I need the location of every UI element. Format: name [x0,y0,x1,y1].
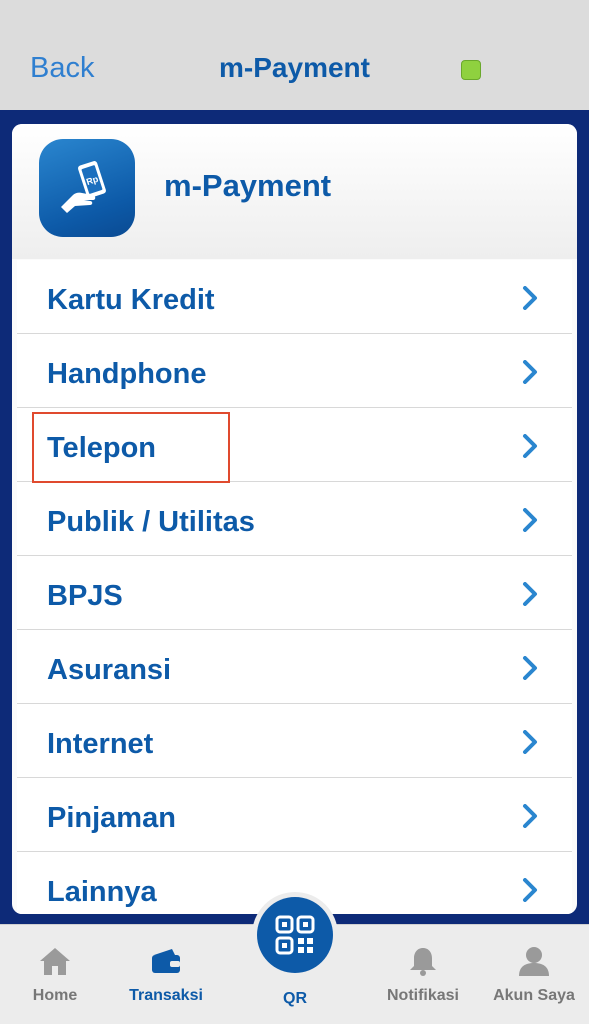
tab-label: Notifikasi [386,987,459,1004]
chevron-right-icon [523,508,537,532]
m-payment-card: Rp m-Payment Kartu Kredit Handphone Tele… [12,124,577,914]
menu-item-kartu-kredit[interactable]: Kartu Kredit [17,260,572,334]
status-indicator [461,60,481,80]
tab-label: Transaksi [129,987,203,1004]
chevron-right-icon [523,434,537,458]
qr-icon [275,915,315,955]
payment-menu-list: Kartu Kredit Handphone Telepon Publik / … [17,260,572,914]
bell-icon [410,948,436,976]
chevron-right-icon [523,656,537,680]
wallet-icon [152,949,180,973]
chevron-right-icon [523,730,537,754]
highlight-box [32,412,230,483]
menu-item-internet[interactable]: Internet [17,704,572,778]
menu-item-label: Asuransi [47,654,172,686]
hand-money-icon: Rp [61,161,106,213]
menu-item-label: Internet [47,728,154,760]
menu-item-label: Pinjaman [47,802,176,834]
menu-item-label: Publik / Utilitas [47,506,255,538]
tab-transaksi[interactable]: Transaksi [111,945,221,1005]
menu-item-bpjs[interactable]: BPJS [17,556,572,630]
tab-label: Home [32,987,78,1004]
menu-item-label: Kartu Kredit [47,284,215,316]
card-header: Rp m-Payment [12,124,577,259]
top-nav-bar: Back m-Payment [0,0,589,110]
menu-item-asuransi[interactable]: Asuransi [17,630,572,704]
chevron-right-icon [523,878,537,902]
menu-item-label: BPJS [47,580,123,612]
chevron-right-icon [523,804,537,828]
page-title: m-Payment [219,52,370,83]
m-payment-app-icon: Rp [39,139,135,237]
tab-home[interactable]: Home [0,945,110,1005]
qr-label: QR [283,990,307,1007]
qr-button[interactable] [257,897,333,973]
menu-item-label: Lainnya [47,876,157,908]
menu-item-pinjaman[interactable]: Pinjaman [17,778,572,852]
chevron-right-icon [523,360,537,384]
home-icon [40,948,70,975]
tab-notifikasi[interactable]: Notifikasi [368,945,478,1005]
menu-item-label: Handphone [47,358,207,390]
card-title: m-Payment [164,168,332,203]
user-icon [519,947,549,976]
chevron-right-icon [523,286,537,310]
tab-label: Akun Saya [493,987,575,1004]
menu-item-handphone[interactable]: Handphone [17,334,572,408]
tab-akun-saya[interactable]: Akun Saya [479,945,589,1005]
chevron-right-icon [523,582,537,606]
menu-item-publik-utilitas[interactable]: Publik / Utilitas [17,482,572,556]
